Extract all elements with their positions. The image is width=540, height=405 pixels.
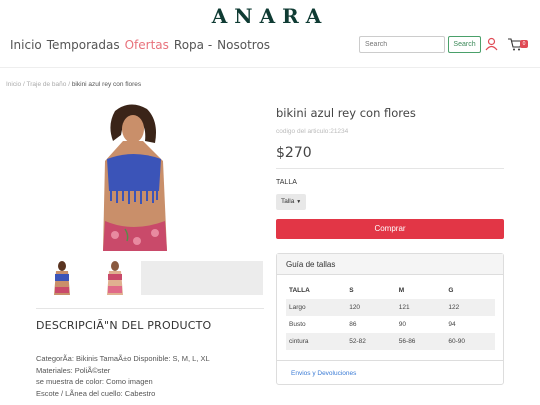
buy-button[interactable]: Comprar (276, 219, 504, 239)
size-select[interactable]: Talla ▼ (276, 194, 306, 210)
size-label: TALLA (276, 179, 297, 186)
product-thumbnail-2[interactable] (100, 261, 130, 295)
nav-item-ropa[interactable]: Ropa - (174, 38, 212, 52)
main-nav: Inicio Temporadas Ofertas Ropa - Nosotro… (10, 38, 275, 52)
nav-item-inicio[interactable]: Inicio (10, 38, 42, 52)
size-guide-title: Guía de tallas (277, 254, 503, 275)
user-icon[interactable] (485, 37, 498, 51)
table-header: G (448, 287, 454, 294)
price-divider (276, 168, 504, 169)
nav-item-ofertas[interactable]: Ofertas (125, 38, 169, 52)
description-line: Escote / LÃ­nea del cuello: Cabestro (36, 388, 156, 398)
description-line: CategorÃ­a: Bikinis TamaÃ±o Disponible: … (36, 354, 210, 363)
size-guide-footer: Envios y Devoluciones (277, 360, 503, 385)
search-button[interactable]: Search (448, 36, 481, 53)
table-header: S (349, 287, 354, 294)
table-row: cintura 52-82 56-86 60-90 (286, 333, 495, 350)
breadcrumb: Inicio / Traje de baño / bikini azul rey… (6, 81, 142, 88)
brand-logo[interactable]: ANARA (0, 4, 540, 28)
product-price: $270 (276, 145, 312, 161)
table-header: M (398, 287, 405, 294)
table-row: Largo 120 121 122 (286, 299, 495, 316)
nav-item-temporadas[interactable]: Temporadas (47, 38, 120, 52)
product-code: codigo del articulo:21234 (276, 128, 349, 135)
description-line: Materiales: PoliÃ©ster (36, 365, 111, 375)
description-body: CategorÃ­a: Bikinis TamaÃ±o Disponible: … (36, 353, 210, 399)
description-title: DESCRIPCIÃ"N DEL PRODUCTO (36, 319, 212, 332)
product-main-image[interactable] (85, 101, 185, 253)
search-input[interactable] (359, 36, 445, 53)
caret-down-icon: ▼ (296, 199, 302, 205)
table-header: TALLA (289, 287, 310, 294)
breadcrumb-category[interactable]: Traje de baño (27, 81, 67, 88)
product-name: bikini azul rey con flores (276, 106, 416, 120)
thumbnail-placeholder (141, 261, 263, 295)
shipping-returns-link[interactable]: Envios y Devoluciones (291, 370, 356, 377)
description-divider (36, 308, 264, 309)
size-guide-panel: Guía de tallas TALLA S M G Largo 120 121… (276, 253, 504, 385)
header-divider (0, 67, 540, 68)
cart-count-badge: 0 (520, 40, 528, 48)
breadcrumb-current: bikini azul rey con flores (71, 81, 142, 88)
description-line: se muestra de color: Como imagen (36, 377, 153, 386)
nav-item-nosotros[interactable]: Nosotros (217, 38, 270, 52)
product-thumbnail-1[interactable] (47, 261, 77, 295)
breadcrumb-home[interactable]: Inicio (6, 81, 21, 88)
size-guide-table: TALLA S M G Largo 120 121 122 Busto 86 9… (286, 282, 495, 350)
table-row: Busto 86 90 94 (289, 321, 456, 328)
